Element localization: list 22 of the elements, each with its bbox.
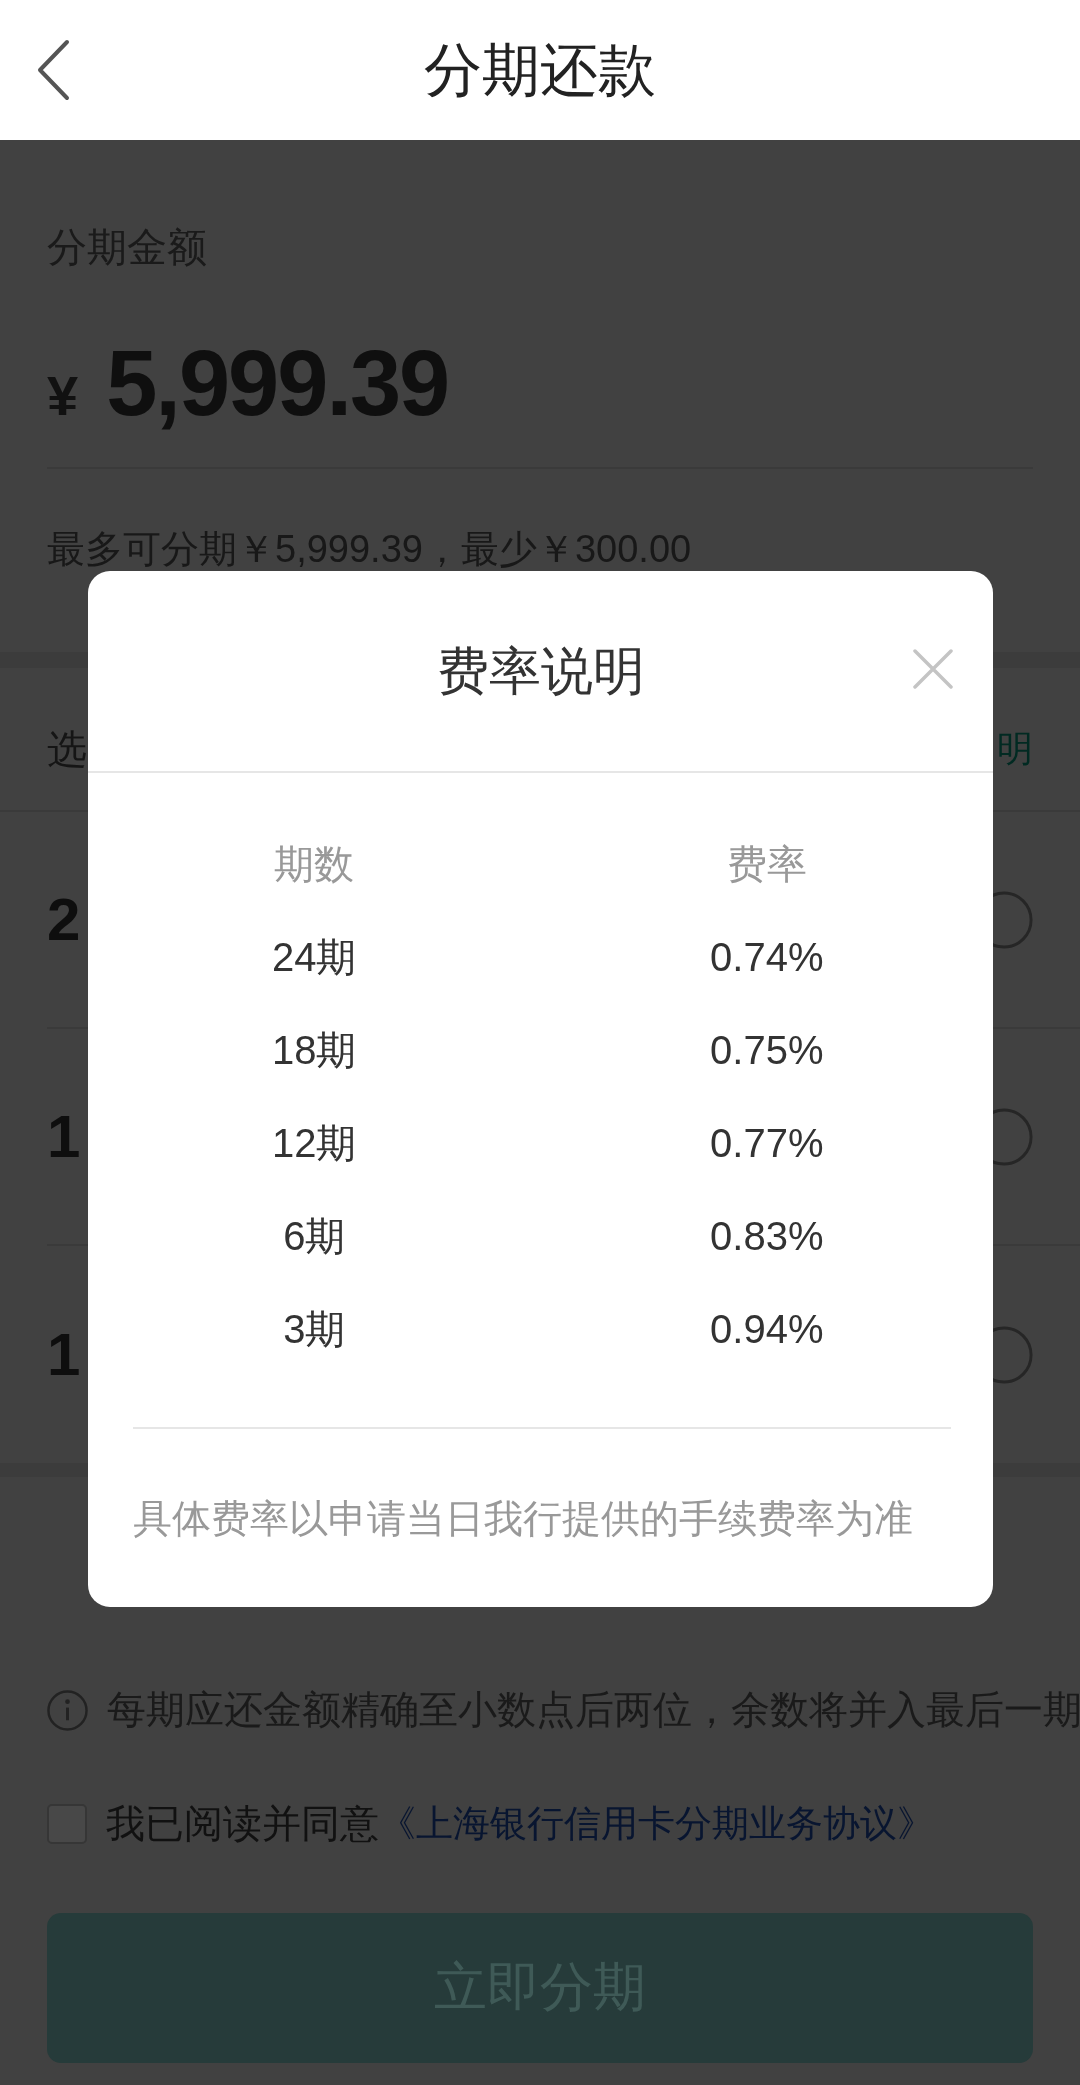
agreement-link[interactable]: 《上海银行信用卡分期业务协议》 — [379, 1796, 934, 1852]
table-cell-text: 0.75% — [710, 1026, 824, 1074]
modal-title: 费率说明 — [436, 641, 645, 702]
rate-info-link[interactable]: 明 — [997, 721, 1033, 777]
table-cell-text: 0.94% — [710, 1305, 824, 1353]
table-cell-text: 3期 — [283, 1305, 346, 1353]
table-cell-text: 0.74% — [710, 933, 824, 981]
column-header: 费率 — [726, 840, 807, 888]
page-title: 分期还款 — [424, 36, 656, 104]
footnote-text: 具体费率以申请当日我行提供的手续费率为准 — [133, 1496, 913, 1542]
column-header: 期数 — [274, 840, 355, 888]
close-icon — [913, 649, 953, 689]
table-cell-text: 0.77% — [710, 1119, 824, 1167]
table-cell-text: 18期 — [272, 1026, 357, 1074]
table-cell-text: 24期 — [272, 933, 357, 981]
currency-symbol: ¥ — [47, 363, 79, 429]
table-cell-text: 0.83% — [710, 1212, 824, 1260]
table-cell-text: 6期 — [283, 1212, 346, 1260]
back-button[interactable] — [36, 39, 70, 101]
info-icon — [47, 1689, 88, 1731]
chevron-left-icon — [36, 39, 70, 101]
table-cell-text: 12期 — [272, 1119, 357, 1167]
